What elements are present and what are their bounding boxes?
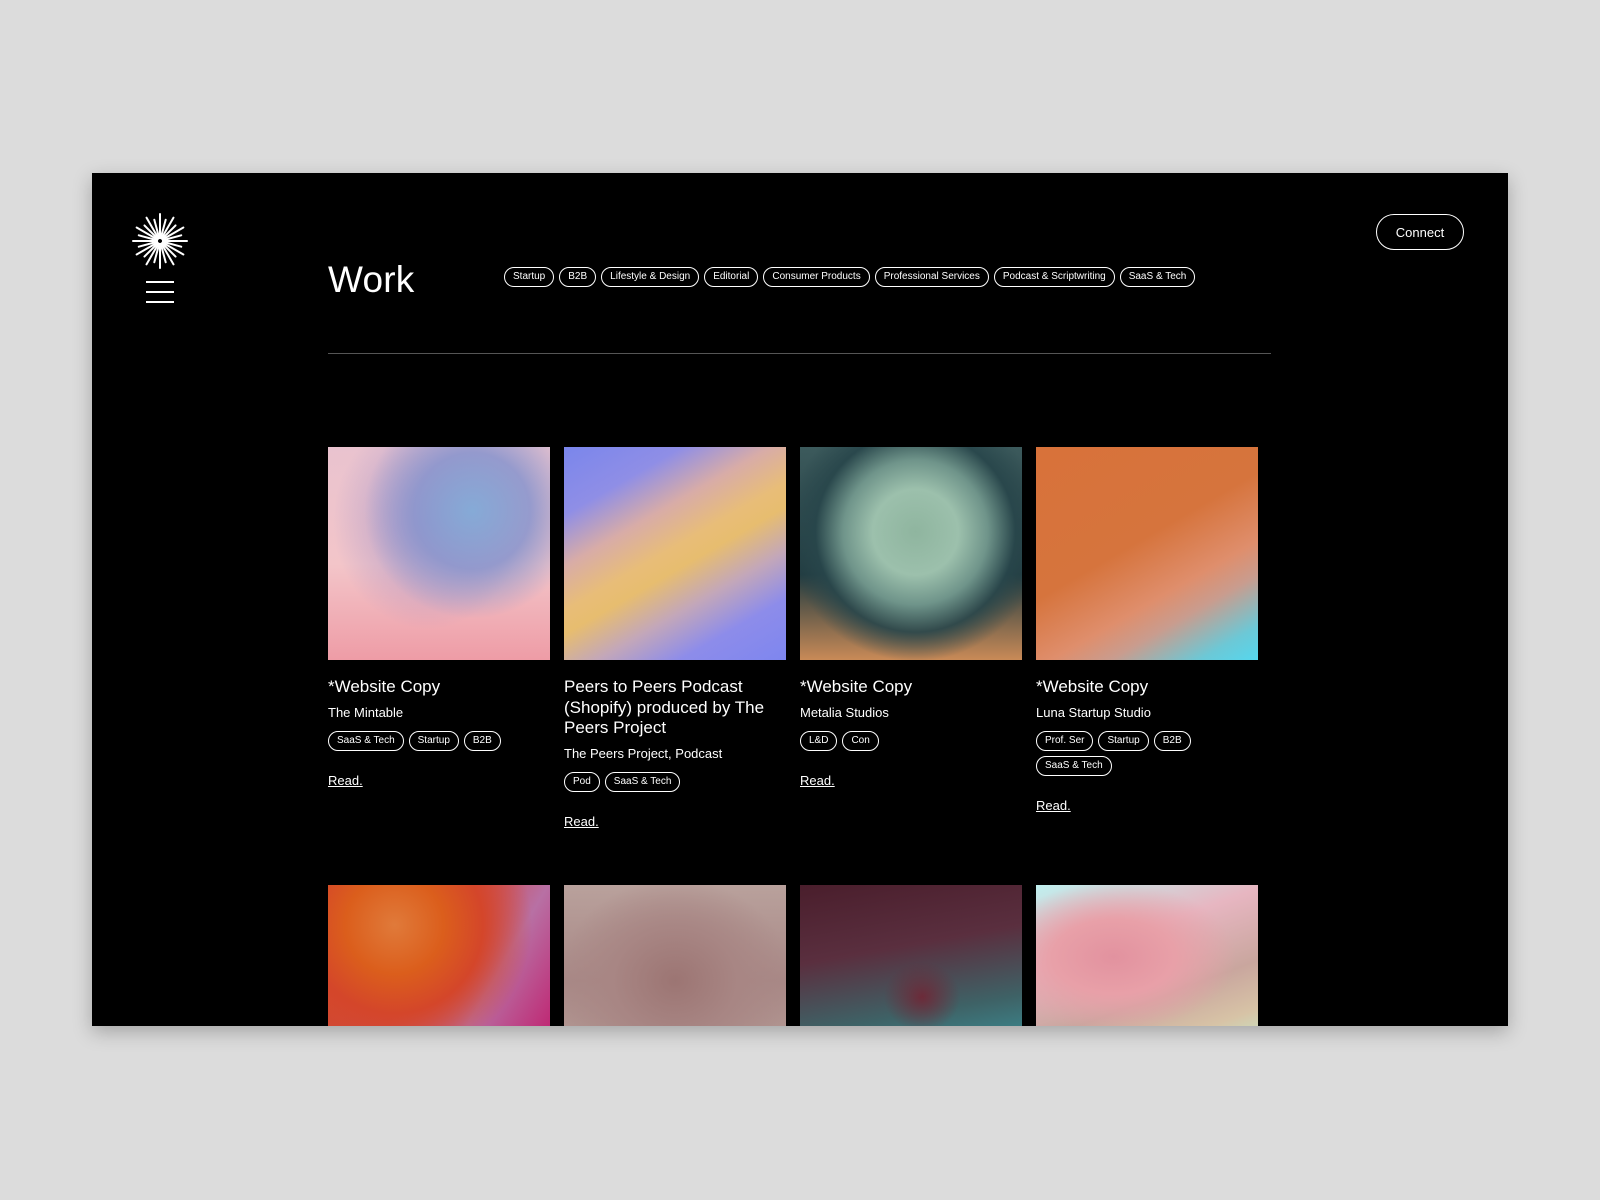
card-tag[interactable]: L&D [800,730,838,751]
card-thumbnail[interactable] [800,885,1022,1026]
menu-line [146,291,174,293]
read-link[interactable]: Read. [328,773,363,788]
card-tag[interactable]: Prof. Ser [1036,730,1094,751]
card-thumbnail[interactable] [1036,447,1258,660]
card-tag[interactable]: B2B [463,730,501,751]
card-tag[interactable]: Startup [408,730,459,751]
card-client: Metalia Studios [800,704,889,720]
card-tag[interactable]: B2B [1153,730,1191,751]
card-thumbnail[interactable] [800,447,1022,660]
filter-tag-saas-tech[interactable]: SaaS & Tech [1119,267,1196,287]
card-tags: L&D Con [800,730,1022,751]
starburst-logo-icon[interactable] [132,213,188,269]
card-tag[interactable]: Startup [1098,730,1149,751]
read-link[interactable]: Read. [1036,798,1071,813]
card-tag[interactable]: Con [842,730,879,751]
card-title: *Website Copy [328,677,441,696]
card-tag[interactable]: SaaS & Tech [1036,755,1112,776]
card-tag[interactable]: SaaS & Tech [604,771,681,792]
card-thumbnail[interactable] [564,885,786,1026]
read-link[interactable]: Read. [800,773,835,788]
filter-tag-b2b[interactable]: B2B [559,267,597,287]
connect-button[interactable]: Connect [1376,214,1464,250]
section-divider [328,353,1271,354]
card-tags: Pod SaaS & Tech [564,771,786,792]
menu-line [146,301,174,303]
menu-line [146,281,174,283]
card-tag[interactable]: SaaS & Tech [328,730,404,751]
card-thumbnail[interactable] [328,885,550,1026]
category-filter-bar: Startup B2B Lifestyle & Design Editorial… [504,267,1196,287]
card-title: Peers to Peers Podcast (Shopify) produce… [564,677,765,737]
card-thumbnail[interactable] [1036,885,1258,1026]
card-thumbnail[interactable] [328,447,550,660]
filter-tag-professional-services[interactable]: Professional Services [874,267,989,287]
hamburger-menu-icon[interactable] [146,281,174,303]
filter-tag-consumer-products[interactable]: Consumer Products [763,267,870,287]
page-title: Work [328,259,415,300]
filter-tag-startup[interactable]: Startup [504,267,555,287]
work-card: *Website Copy The Mintable SaaS & Tech S… [328,447,550,790]
card-thumbnail[interactable] [564,447,786,660]
card-client: The Mintable [328,704,404,720]
filter-tag-podcast-scriptwriting[interactable]: Podcast & Scriptwriting [993,267,1115,287]
filter-tag-lifestyle-design[interactable]: Lifestyle & Design [601,267,700,287]
card-client: The Peers Project, Podcast [564,745,723,761]
card-tag[interactable]: Pod [564,771,600,792]
card-client: Luna Startup Studio [1036,704,1151,720]
work-card: *Website Copy Metalia Studios L&D Con Re… [800,447,1022,790]
read-link[interactable]: Read. [564,814,599,829]
site-window: Connect Work Startup B2B Lifestyle & Des… [92,173,1508,1026]
card-tags: SaaS & Tech Startup B2B [328,730,550,751]
card-tags: Prof. Ser Startup B2B SaaS & Tech [1036,730,1258,776]
card-title: *Website Copy [1036,677,1149,696]
work-card: Peers to Peers Podcast (Shopify) produce… [564,447,786,831]
card-title: *Website Copy [800,677,913,696]
work-card: *Website Copy Luna Startup Studio Prof. … [1036,447,1258,815]
filter-tag-editorial[interactable]: Editorial [704,267,759,287]
